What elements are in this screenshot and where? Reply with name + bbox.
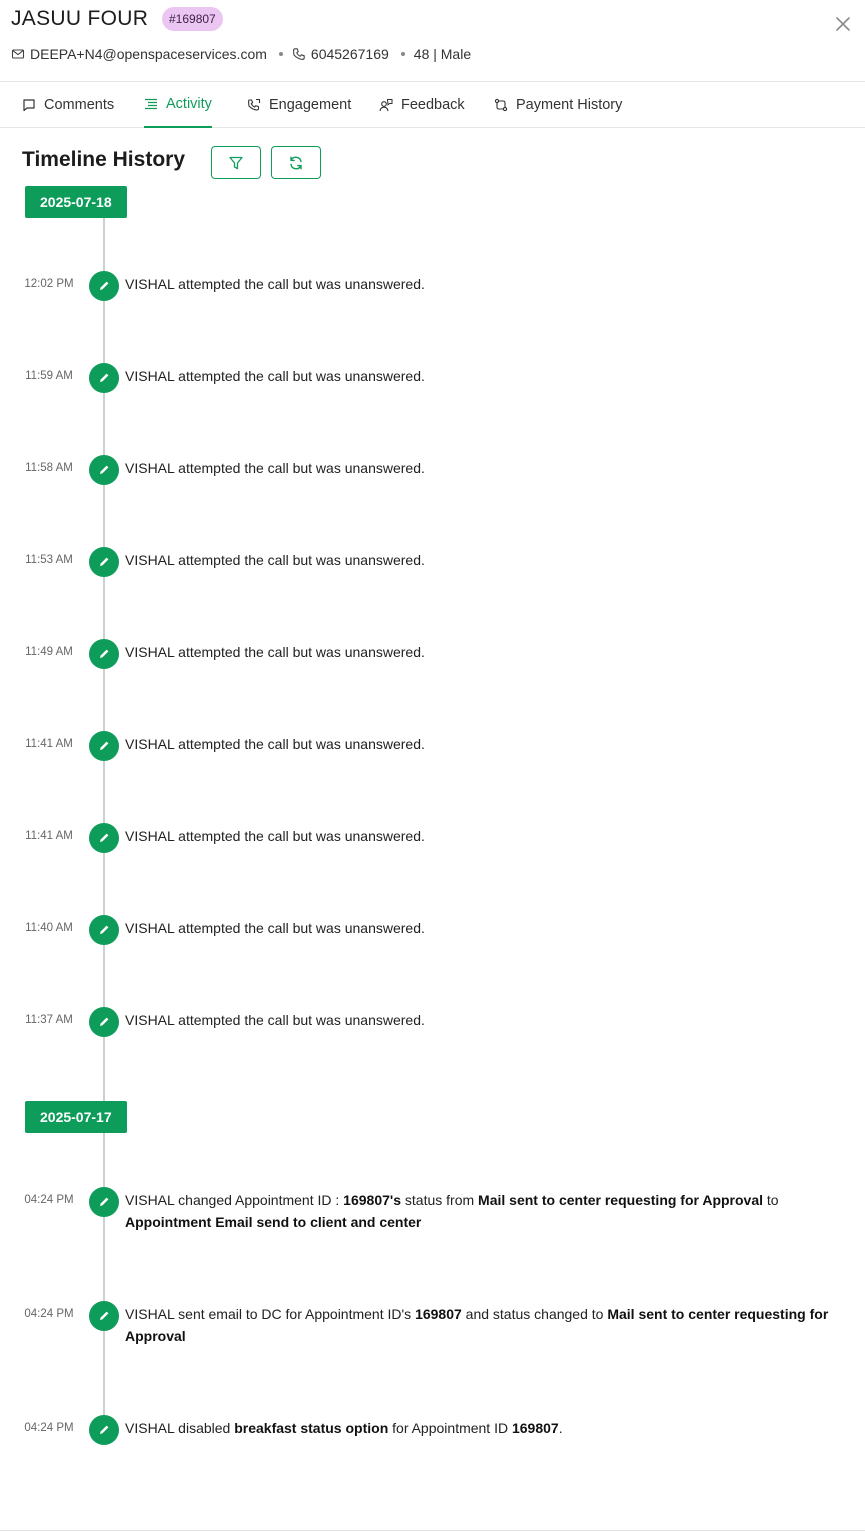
tab-label: Payment History: [516, 97, 623, 113]
edit-icon: [89, 639, 119, 669]
event-text-emphasis: 169807's: [343, 1192, 402, 1208]
date-badge: 2025-07-18: [25, 186, 127, 218]
event-text-part: VISHAL disabled: [125, 1420, 235, 1436]
tab-bar: Comments Activity Engagement Feedback Pa…: [0, 82, 865, 128]
filter-button[interactable]: [211, 146, 261, 179]
phone-icon: [247, 98, 261, 112]
edit-icon: [89, 823, 119, 853]
event-text-emphasis: Appointment Email send to client and cen…: [125, 1214, 422, 1230]
separator-dot: [400, 52, 405, 56]
event-text: VISHAL attempted the call but was unansw…: [125, 920, 425, 936]
tab-label: Feedback: [401, 97, 465, 113]
event-time: 04:24 PM: [24, 1308, 74, 1320]
tab-feedback[interactable]: Feedback: [379, 82, 465, 128]
feedback-icon: [379, 98, 393, 112]
tab-payment-history[interactable]: Payment History: [494, 82, 622, 128]
event-time: 11:41 AM: [25, 830, 73, 842]
mail-icon: [11, 47, 25, 61]
email-text: DEEPA+N4@openspaceservices.com: [30, 46, 267, 62]
event-text-part: status from: [401, 1192, 479, 1208]
edit-icon: [89, 1187, 119, 1217]
patient-header: JASUU FOUR #169807 DEEPA+N4@openspaceser…: [0, 0, 865, 82]
event-time: 11:58 AM: [25, 462, 73, 474]
contact-meta: DEEPA+N4@openspaceservices.com 604526716…: [11, 45, 471, 63]
edit-icon: [89, 363, 119, 393]
event-text: VISHAL attempted the call but was unansw…: [125, 828, 425, 844]
event-text: VISHAL attempted the call but was unansw…: [125, 644, 425, 660]
divider: [0, 1530, 865, 1531]
event-text: VISHAL attempted the call but was unansw…: [125, 368, 425, 384]
event-text: VISHAL attempted the call but was unansw…: [125, 460, 425, 476]
edit-icon: [89, 731, 119, 761]
date-badge: 2025-07-17: [25, 1101, 127, 1133]
event-text-emphasis: 169807: [415, 1306, 462, 1322]
tab-label: Activity: [166, 96, 212, 112]
payment-icon: [494, 98, 508, 112]
close-icon[interactable]: [833, 14, 853, 34]
event-text-emphasis: 169807: [511, 1420, 559, 1436]
separator-dot: [278, 52, 283, 56]
timeline-title: Timeline History: [22, 148, 185, 171]
refresh-button[interactable]: [271, 146, 321, 179]
phone-icon: [292, 47, 306, 61]
edit-icon: [89, 915, 119, 945]
event-time: 11:37 AM: [25, 1014, 73, 1026]
event-time: 04:24 PM: [24, 1194, 74, 1206]
edit-icon: [89, 455, 119, 485]
event-text-part: VISHAL sent email to DC for Appointment …: [125, 1306, 416, 1322]
refresh-icon: [288, 155, 304, 171]
id-badge: #169807: [162, 7, 223, 31]
event-text: VISHAL attempted the call but was unansw…: [125, 1012, 425, 1028]
event-text: VISHAL disabled breakfast status option …: [125, 1417, 840, 1439]
patient-name: JASUU FOUR: [11, 7, 149, 30]
event-text: VISHAL changed Appointment ID : 169807's…: [125, 1189, 840, 1233]
edit-icon: [89, 547, 119, 577]
event-text: VISHAL attempted the call but was unansw…: [125, 276, 425, 292]
event-text: VISHAL attempted the call but was unansw…: [125, 736, 425, 752]
event-text: VISHAL sent email to DC for Appointment …: [125, 1303, 840, 1347]
event-text-part: .: [558, 1420, 563, 1436]
tab-comments[interactable]: Comments: [22, 82, 114, 128]
event-time: 04:24 PM: [24, 1422, 74, 1434]
event-text-part: and status changed to: [461, 1306, 608, 1322]
event-text: VISHAL attempted the call but was unansw…: [125, 552, 425, 568]
tab-label: Engagement: [269, 97, 352, 113]
edit-icon: [89, 1007, 119, 1037]
event-time: 12:02 PM: [24, 278, 74, 290]
event-time: 11:41 AM: [25, 738, 73, 750]
event-text-part: VISHAL changed Appointment ID :: [125, 1192, 344, 1208]
comment-icon: [22, 98, 36, 112]
event-text-emphasis: breakfast status option: [234, 1420, 389, 1436]
tab-activity[interactable]: Activity: [144, 82, 212, 128]
filter-icon: [228, 155, 244, 171]
event-text-part: to: [763, 1192, 779, 1208]
event-text-part: for Appointment ID: [388, 1420, 512, 1436]
event-time: 11:53 AM: [25, 554, 73, 566]
edit-icon: [89, 1301, 119, 1331]
tab-label: Comments: [44, 97, 115, 113]
edit-icon: [89, 1415, 119, 1445]
event-time: 11:59 AM: [25, 370, 73, 382]
list-icon: [144, 97, 158, 111]
tab-engagement[interactable]: Engagement: [247, 82, 351, 128]
phone-text: 6045267169: [310, 46, 389, 62]
event-time: 11:40 AM: [25, 922, 73, 934]
event-text-emphasis: Mail sent to center requesting for Appro…: [478, 1192, 764, 1208]
event-time: 11:49 AM: [25, 646, 73, 658]
edit-icon: [89, 271, 119, 301]
age-gender-text: 48 | Male: [413, 46, 472, 62]
